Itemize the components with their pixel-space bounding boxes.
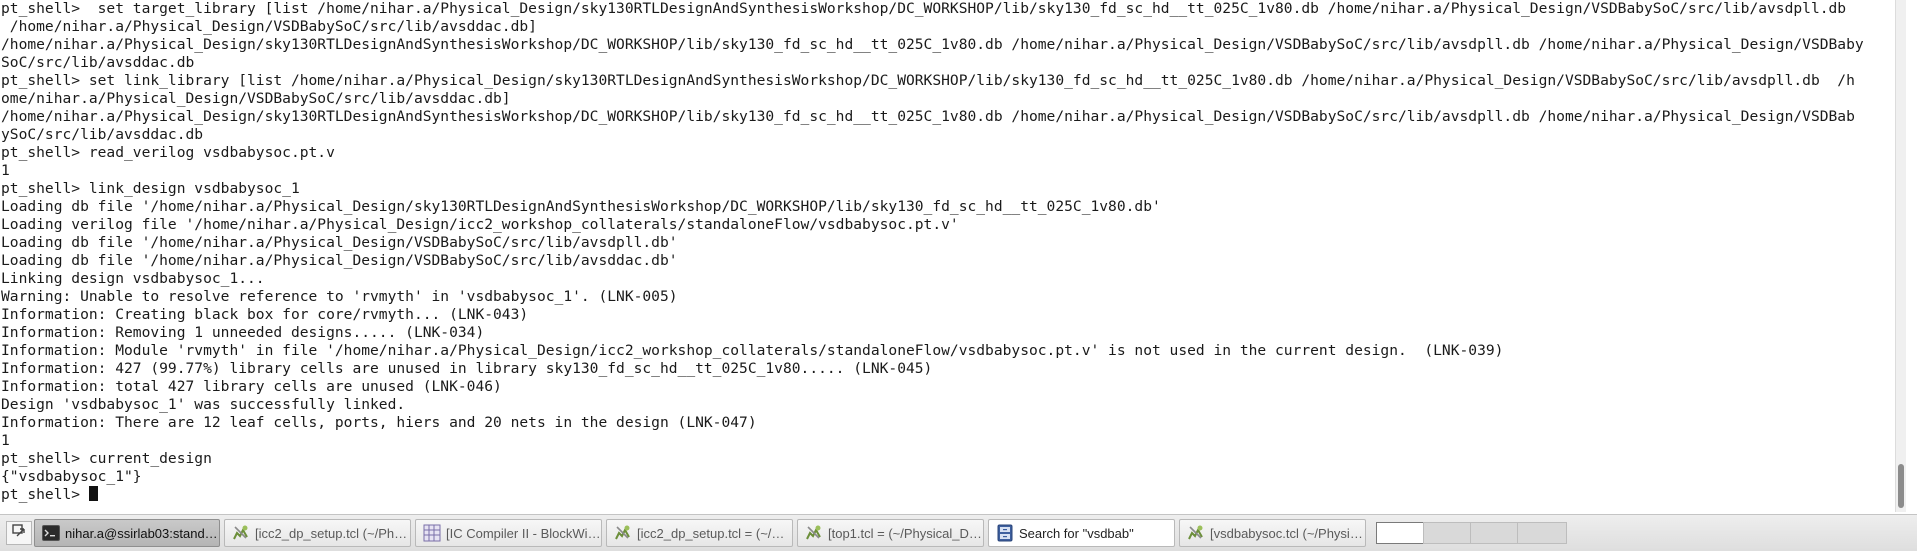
- app-window-icon: [422, 523, 442, 543]
- taskbar-task-button[interactable]: [vsdbabysoc.tcl (~/Physical_De...: [1179, 519, 1366, 547]
- scrollbar-thumb[interactable]: [1898, 464, 1904, 508]
- taskbar-task-label: Search for "vsdbab": [1019, 525, 1134, 541]
- terminal-line: pt_shell> set target_library [list /home…: [1, 0, 1847, 17]
- workspace-switcher-2[interactable]: [1423, 522, 1473, 544]
- terminal-line: ome/nihar.a/Physical_Design/VSDBabySoC/s…: [1, 90, 511, 107]
- terminal-line: Information: Module 'rvmyth' in file '/h…: [1, 342, 1504, 359]
- text-editor-icon: [1186, 523, 1206, 543]
- taskbar-task-button[interactable]: nihar.a@ssirlab03:standaloneFl...: [34, 519, 220, 547]
- workspace-switcher-1[interactable]: [1376, 522, 1426, 544]
- show-desktop-icon: [11, 523, 27, 543]
- terminal-line: SoC/src/lib/avsddac.db: [1, 54, 195, 71]
- shell-prompt: pt_shell>: [1, 486, 89, 503]
- terminal-line: /home/nihar.a/Physical_Design/VSDBabySoC…: [1, 18, 537, 35]
- taskbar-task-label: [vsdbabysoc.tcl (~/Physical_De...: [1210, 525, 1365, 541]
- terminal-icon: [41, 523, 61, 543]
- taskbar-task-label: [top1.tcl = (~/Physical_Design...: [828, 525, 983, 541]
- terminal-line: Loading db file '/home/nihar.a/Physical_…: [1, 234, 678, 251]
- terminal-line: Design 'vsdbabysoc_1' was successfully l…: [1, 396, 406, 413]
- terminal-line: 1: [1, 432, 10, 449]
- terminal-scrollbar[interactable]: [1895, 0, 1906, 512]
- terminal-line: pt_shell> set link_library [list /home/n…: [1, 72, 1855, 89]
- text-cursor: [88, 486, 98, 501]
- terminal-line: pt_shell> current_design: [1, 450, 212, 467]
- taskbar-task-button[interactable]: [icc2_dp_setup.tcl = (~/Physic...: [606, 519, 793, 547]
- terminal-line: {"vsdbabysoc_1"}: [1, 468, 142, 485]
- workspace-switcher-3[interactable]: [1470, 522, 1520, 544]
- terminal-line: Information: 427 (99.77%) library cells …: [1, 360, 933, 377]
- terminal-line: ySoC/src/lib/avsddac.db: [1, 126, 204, 143]
- terminal-line: 1: [1, 162, 10, 179]
- file-cabinet-icon: [995, 523, 1015, 543]
- terminal-window[interactable]: pt_shell> set target_library [list /home…: [0, 0, 1906, 512]
- terminal-output[interactable]: pt_shell> set target_library [list /home…: [1, 0, 1864, 504]
- terminal-line: Warning: Unable to resolve reference to …: [1, 288, 678, 305]
- taskbar-task-label: [icc2_dp_setup.tcl = (~/Physic...: [637, 525, 792, 541]
- taskbar-task-button[interactable]: [icc2_dp_setup.tcl (~/Physical...: [224, 519, 411, 547]
- workspace-switcher-4[interactable]: [1517, 522, 1567, 544]
- terminal-line: Loading db file '/home/nihar.a/Physical_…: [1, 198, 1161, 215]
- taskbar-task-button[interactable]: [top1.tcl = (~/Physical_Design...: [797, 519, 984, 547]
- terminal-line: Information: Removing 1 unneeded designs…: [1, 324, 485, 341]
- terminal-line: Loading db file '/home/nihar.a/Physical_…: [1, 252, 678, 269]
- text-editor-icon: [231, 523, 251, 543]
- terminal-line: Loading verilog file '/home/nihar.a/Phys…: [1, 216, 959, 233]
- prompt-line[interactable]: pt_shell>: [1, 486, 1864, 504]
- terminal-line: Information: Creating black box for core…: [1, 306, 529, 323]
- taskbar-task-label: nihar.a@ssirlab03:standaloneFl...: [65, 525, 219, 541]
- terminal-line: pt_shell> link_design vsdbabysoc_1: [1, 180, 300, 197]
- terminal-line: /home/nihar.a/Physical_Design/sky130RTLD…: [1, 108, 1855, 125]
- terminal-line: pt_shell> read_verilog vsdbabysoc.pt.v: [1, 144, 335, 161]
- terminal-line: Information: total 427 library cells are…: [1, 378, 502, 395]
- terminal-line: /home/nihar.a/Physical_Design/sky130RTLD…: [1, 36, 1864, 53]
- show-desktop-button[interactable]: [6, 521, 32, 545]
- taskbar-task-button[interactable]: Search for "vsdbab": [988, 519, 1175, 547]
- taskbar-task-label: [IC Compiler II - BlockWindow....: [446, 525, 601, 541]
- taskbar: nihar.a@ssirlab03:standaloneFl... [icc2_d…: [0, 514, 1917, 551]
- terminal-line: Linking design vsdbabysoc_1...: [1, 270, 265, 287]
- text-editor-icon: [613, 523, 633, 543]
- terminal-line: Information: There are 12 leaf cells, po…: [1, 414, 757, 431]
- text-editor-icon: [804, 523, 824, 543]
- taskbar-task-label: [icc2_dp_setup.tcl (~/Physical...: [255, 525, 410, 541]
- taskbar-task-button[interactable]: [IC Compiler II - BlockWindow....: [415, 519, 602, 547]
